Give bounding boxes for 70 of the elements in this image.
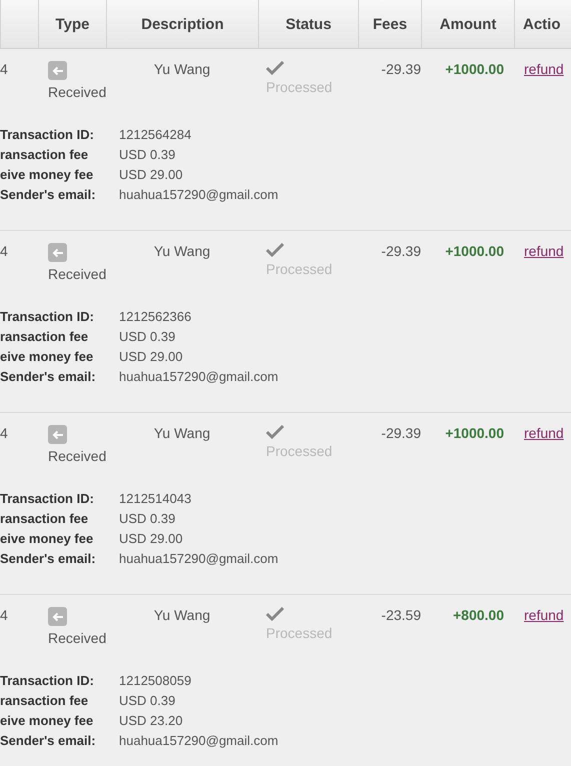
refund-link[interactable]: refund — [514, 243, 564, 259]
type-label: Received — [47, 84, 106, 100]
detail-label: Sender's email: — [0, 733, 97, 748]
detail-value: huahua157290@gmail.com — [119, 187, 278, 202]
table-cell: 4 — [0, 243, 8, 259]
detail-label: eive money fee — [0, 531, 94, 546]
detail-label: eive money fee — [0, 167, 94, 182]
detail-label: ransaction fee — [0, 147, 90, 162]
arrow-left-icon — [48, 607, 67, 626]
checkmark-icon — [266, 61, 284, 75]
detail-value: USD 0.39 — [119, 147, 176, 162]
detail-value: USD 0.39 — [119, 511, 176, 526]
refund-link[interactable]: refund — [514, 61, 564, 77]
refund-link[interactable]: refund — [514, 425, 564, 441]
detail-value: huahua157290@gmail.com — [119, 733, 278, 748]
detail-label: ransaction fee — [0, 511, 90, 526]
detail-label: Transaction ID: — [0, 673, 95, 688]
column-header: Type — [56, 16, 90, 32]
detail-value: 1212508059 — [119, 673, 192, 688]
refund-link[interactable]: refund — [514, 607, 564, 623]
detail-value: 1212564284 — [119, 127, 192, 142]
detail-label: ransaction fee — [0, 693, 90, 708]
table-cell: 4 — [0, 607, 8, 623]
detail-label: Transaction ID: — [0, 127, 95, 142]
column-header: Actio — [523, 16, 560, 32]
checkmark-icon — [266, 243, 284, 257]
detail-label: eive money fee — [0, 349, 94, 364]
detail-label: Transaction ID: — [0, 491, 95, 506]
detail-label: Sender's email: — [0, 369, 97, 384]
column-header: Status — [286, 16, 332, 32]
checkmark-icon — [266, 425, 284, 439]
fees-cell: -29.39 — [381, 243, 421, 259]
type-label: Received — [47, 266, 106, 282]
description-cell: Yu Wang — [154, 425, 210, 441]
detail-value: USD 29.00 — [119, 531, 184, 546]
type-label: Received — [47, 630, 106, 646]
detail-label: ransaction fee — [0, 329, 90, 344]
detail-value: 1212514043 — [119, 491, 192, 506]
checkmark-icon — [266, 607, 284, 621]
detail-value: 1212562366 — [119, 309, 192, 324]
type-label: Received — [47, 448, 106, 464]
column-header: Fees — [372, 16, 408, 32]
detail-label: Sender's email: — [0, 551, 97, 566]
description-cell: Yu Wang — [154, 243, 210, 259]
detail-value: huahua157290@gmail.com — [119, 551, 278, 566]
fees-cell: -29.39 — [381, 425, 421, 441]
detail-label: Transaction ID: — [0, 309, 95, 324]
amount-cell-text: +1000.00 — [445, 61, 505, 77]
arrow-left-icon — [48, 61, 67, 80]
amount-cell-text: +1000.00 — [445, 243, 505, 259]
amount-cell-text: +1000.00 — [445, 425, 505, 441]
column-header: Amount — [440, 16, 496, 32]
fees-cell: -23.59 — [381, 607, 421, 623]
detail-value: USD 23.20 — [119, 713, 184, 728]
detail-value: huahua157290@gmail.com — [119, 369, 278, 384]
detail-value: USD 29.00 — [119, 349, 184, 364]
detail-value: USD 29.00 — [119, 167, 184, 182]
description-cell: Yu Wang — [154, 61, 210, 77]
column-header: Description — [141, 16, 224, 32]
detail-value: USD 0.39 — [119, 329, 176, 344]
arrow-left-icon — [48, 243, 67, 262]
arrow-left-icon — [48, 425, 67, 444]
detail-label: Sender's email: — [0, 187, 97, 202]
table-cell: 4 — [0, 61, 8, 77]
detail-value: USD 0.39 — [119, 693, 176, 708]
table-cell: 4 — [0, 425, 8, 441]
amount-cell-text: +800.00 — [453, 607, 505, 623]
detail-label: eive money fee — [0, 713, 94, 728]
description-cell: Yu Wang — [154, 607, 210, 623]
fees-cell: -29.39 — [381, 61, 421, 77]
